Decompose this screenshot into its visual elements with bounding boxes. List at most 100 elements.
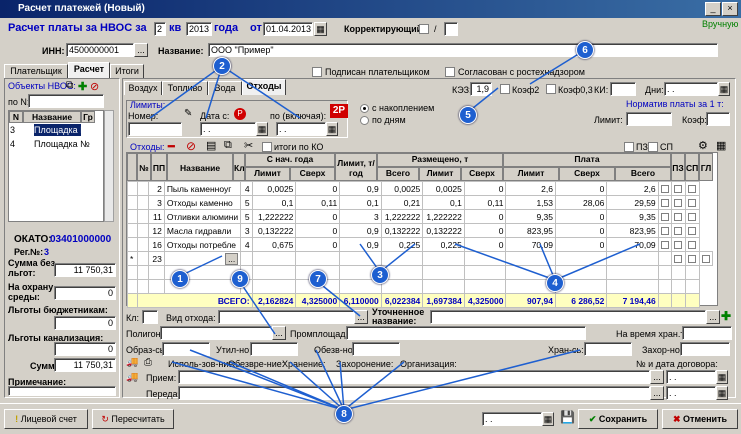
cell-year-over[interactable]: 0 (295, 181, 341, 196)
transfer-date-input[interactable]: . . (666, 386, 716, 400)
cell-name[interactable]: ... (163, 251, 242, 266)
date-to-calendar-icon[interactable]: ▦ (326, 122, 338, 136)
row-flag-checkbox[interactable] (657, 223, 673, 238)
cell-year-over[interactable]: 0 (295, 223, 341, 238)
row-indicator[interactable] (127, 181, 138, 196)
table-row[interactable]: 3 Отходы каменно 5 0,1 0,11 0,1 0,21 0,1 0,11 1,5… (127, 195, 713, 210)
agreed-checkbox[interactable] (445, 67, 455, 77)
totals-spacer[interactable] (127, 293, 138, 308)
row-flag-checkbox[interactable] (657, 181, 673, 196)
cell-year-over[interactable]: 0 (295, 237, 341, 252)
table-row[interactable]: 11 Отливки алюмини 5 1,222222 0 3 1,222222 1,22… (127, 209, 713, 224)
cell-pp[interactable]: 2 (148, 181, 165, 196)
cell-placed-total[interactable]: 0,225 (380, 237, 424, 252)
empty-cell[interactable] (554, 265, 608, 280)
delete-object-icon[interactable]: ⊘ (90, 80, 99, 93)
tab-fuel[interactable]: Топливо (162, 81, 208, 95)
cell-placed-over[interactable]: 0 (463, 209, 507, 224)
cell-pay-total[interactable]: 70,09 (606, 237, 659, 252)
cell-no[interactable] (136, 237, 150, 252)
signed-checkbox[interactable] (312, 67, 322, 77)
kind-input[interactable] (218, 310, 354, 324)
cell-class[interactable]: 3 (240, 223, 253, 238)
empty-cell[interactable] (380, 279, 424, 294)
row-flag-checkbox[interactable] (685, 223, 700, 238)
transport-icon[interactable]: 🚚 (126, 357, 138, 368)
cell-pp[interactable]: 23 (148, 251, 165, 266)
totals-label[interactable]: ВСЕГО: (136, 293, 253, 308)
total-limit[interactable]: 6,110000 (339, 293, 382, 308)
total-p-over[interactable]: 4,325000 (463, 293, 507, 308)
empty-cell[interactable] (136, 265, 150, 280)
ki-input[interactable] (610, 82, 636, 96)
reception-date-input[interactable]: . . (666, 370, 716, 384)
empty-cell[interactable] (380, 251, 424, 266)
transfer-input[interactable] (178, 386, 650, 400)
cell-limit[interactable]: 0,9 (339, 181, 382, 196)
empty-cell[interactable] (657, 251, 673, 266)
table-row[interactable]: 12 Масла гидравли 3 0,132222 0 0,9 0,132222 0,1… (127, 223, 713, 238)
cell-pay-limit[interactable]: 70,09 (505, 237, 556, 252)
cell-pay-total[interactable]: 9,35 (606, 209, 659, 224)
row-indicator[interactable] (127, 209, 138, 224)
row-flag-checkbox[interactable] (699, 251, 713, 266)
recalc-button[interactable]: ↻ Пересчитать (92, 409, 174, 429)
empty-cell[interactable] (606, 279, 659, 294)
cell-placed-limit[interactable]: 0,1 (422, 195, 465, 210)
cell-no[interactable] (136, 209, 150, 224)
radio-by-days[interactable] (360, 116, 369, 125)
cell-pay-total[interactable]: 823,95 (606, 223, 659, 238)
temp-store-input[interactable] (682, 326, 732, 340)
save-button[interactable]: ✔ Сохранить (578, 409, 658, 429)
total-p-lim[interactable]: 1,697384 (422, 293, 465, 308)
cell-pay-limit[interactable]: 9,35 (505, 209, 556, 224)
print-icon[interactable]: ⎙ (144, 357, 152, 368)
tab-payer[interactable]: Плательщик (4, 64, 68, 78)
subsite-input[interactable] (346, 326, 586, 340)
empty-cell[interactable] (251, 279, 297, 294)
empty-cell[interactable] (554, 251, 608, 266)
cell-no[interactable] (136, 195, 150, 210)
cell-class[interactable]: 4 (240, 237, 253, 252)
transfer-calendar-icon[interactable]: ▦ (716, 386, 728, 400)
buried-input[interactable] (680, 342, 730, 356)
footer-calendar-icon[interactable]: ▦ (542, 412, 554, 426)
row-flag-checkbox[interactable] (671, 223, 687, 238)
cell-placed-limit[interactable]: 1,222222 (422, 209, 465, 224)
cell-class[interactable]: 5 (240, 209, 253, 224)
kl-input[interactable] (142, 310, 158, 324)
empty-cell[interactable] (295, 251, 341, 266)
cell-pp[interactable]: 11 (148, 209, 165, 224)
save-disk-icon[interactable]: 💾 (560, 410, 575, 424)
cell-pay-over[interactable]: 0 (554, 237, 608, 252)
row-indicator[interactable] (127, 237, 138, 252)
total-pay-total[interactable]: 7 194,46 (606, 293, 659, 308)
cell-year-limit[interactable]: 0,1 (251, 195, 297, 210)
cell-pp[interactable]: 12 (148, 223, 165, 238)
year-input[interactable]: 2013 (186, 22, 212, 36)
row-flag-checkbox[interactable] (685, 209, 700, 224)
cancel-button[interactable]: ✖ Отменить (662, 409, 738, 429)
copy-object-icon[interactable]: ⧉ (66, 80, 73, 91)
totals-ko-checkbox[interactable] (262, 142, 272, 152)
stored-input[interactable] (584, 342, 632, 356)
row-flag-checkbox[interactable] (657, 209, 673, 224)
grid-icon[interactable]: ▤ (206, 139, 216, 152)
cell-pay-limit[interactable]: 1,53 (505, 195, 556, 210)
inn-lookup-button[interactable]: ... (134, 43, 148, 57)
cell-pay-over[interactable]: 28,06 (554, 195, 608, 210)
formed-input[interactable] (162, 342, 210, 356)
correcting-checkbox[interactable] (419, 24, 429, 34)
objects-scrollbar[interactable] (104, 110, 114, 222)
row-flag-checkbox[interactable] (685, 195, 700, 210)
object-row-name[interactable]: Площадка № (34, 124, 90, 136)
budget-input[interactable]: 0 (54, 316, 116, 330)
copy-icon[interactable]: ⧉ (224, 139, 232, 152)
transport-in-icon[interactable]: 🚚 (126, 372, 138, 383)
row-flag-checkbox[interactable] (671, 181, 687, 196)
empty-cell[interactable] (671, 279, 687, 294)
empty-cell[interactable] (136, 279, 150, 294)
radio-accumulated[interactable] (360, 104, 369, 113)
tab-waste[interactable]: Отходы (242, 79, 286, 95)
limit-edit-icon[interactable]: ✎ (184, 108, 192, 119)
